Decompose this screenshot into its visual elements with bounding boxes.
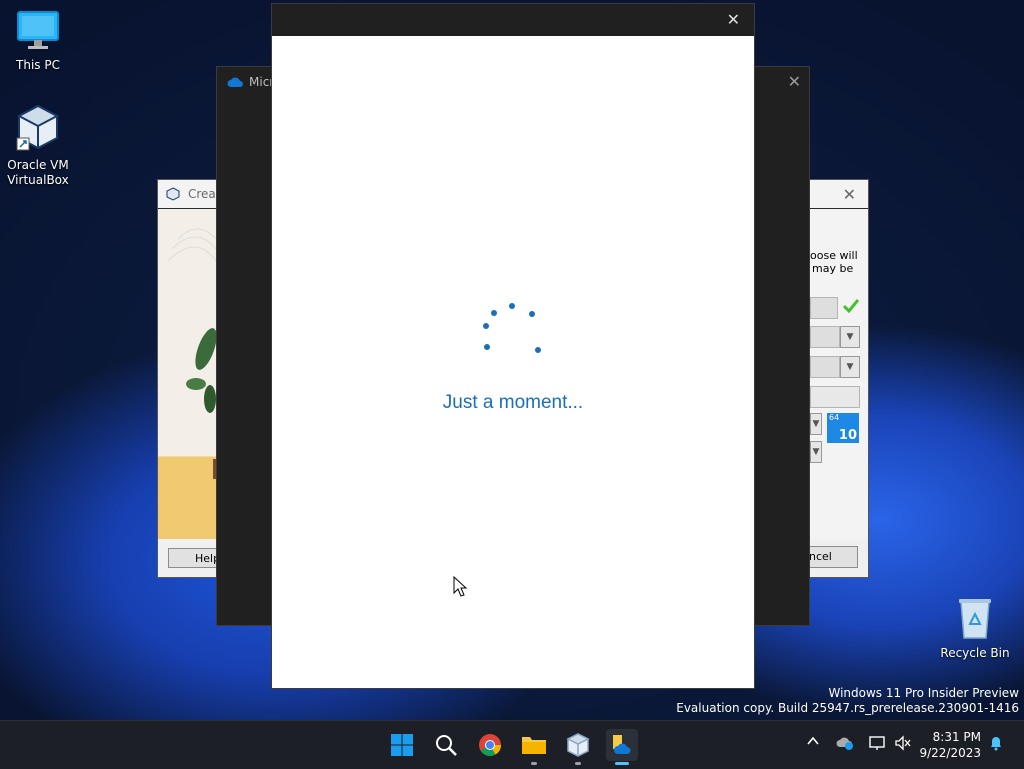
wizard-form-panel: oose will may be ▼ ▼ ▼ 64 10 ▼ [810,209,868,539]
running-indicator [575,762,581,765]
close-icon[interactable]: ✕ [727,10,740,29]
virtualbox-taskbar-button[interactable] [562,729,594,765]
sign-in-window[interactable]: ✕ Just a moment... [271,3,755,689]
running-indicator [615,762,629,765]
window-titlebar[interactable]: ✕ [272,4,754,36]
notification-bell-icon[interactable] [988,735,1004,755]
volume-muted-icon[interactable] [894,735,912,755]
close-icon[interactable]: ✕ [843,185,856,204]
onedrive-setup-taskbar-button[interactable] [606,729,638,765]
os-badge-bits: 64 [829,413,840,422]
taskbar: 8:31 PM 9/22/2023 [0,720,1024,769]
plant-illustration [167,228,217,479]
windows-watermark-line1: Windows 11 Pro Insider Preview [828,686,1019,700]
mouse-cursor-icon [453,576,467,597]
desktop-icon-label: Oracle VM VirtualBox [7,158,69,187]
hint-line: oose will [810,249,858,262]
form-hint-text: oose will may be [810,249,858,275]
version-field[interactable] [810,386,860,408]
monitor-icon [17,11,59,49]
onedrive-tray-icon[interactable] [836,735,854,755]
cancel-button-label: ncel [809,550,832,563]
windows-logo-icon [391,734,413,756]
search-button[interactable] [430,729,462,761]
os-type-badge: 64 10 [827,413,859,443]
chevron-down-icon[interactable]: ▼ [810,441,822,463]
type-field[interactable] [810,356,840,378]
cancel-button[interactable]: ncel [808,546,858,568]
iso-path-field[interactable] [810,297,838,319]
chrome-taskbar-button[interactable] [474,729,506,761]
chevron-down-icon[interactable]: ▼ [840,356,860,378]
taskbar-clock[interactable]: 8:31 PM 9/22/2023 [919,729,981,761]
windows-watermark-line2: Evaluation copy. Build 25947.rs_prerelea… [676,701,1019,715]
hint-line: may be [812,262,854,275]
virtualbox-icon [166,187,180,201]
chevron-up-icon[interactable] [806,734,820,752]
virtualbox-icon [16,104,60,151]
recycle-bin-icon [959,599,991,639]
chevron-down-icon[interactable]: ▼ [840,326,860,348]
loading-spinner [483,303,541,353]
desktop-icon-label: Recycle Bin [940,646,1010,660]
desktop-icon-this-pc[interactable]: This PC [0,8,76,73]
start-button[interactable] [386,729,418,761]
edition-field[interactable] [810,326,840,348]
folder-icon [522,737,546,754]
desktop-icon-recycle-bin[interactable]: Recycle Bin [937,596,1013,661]
desktop-icon-virtualbox[interactable]: Oracle VM VirtualBox [0,104,76,188]
file-explorer-taskbar-button[interactable] [518,729,550,765]
wizard-illustration [158,209,217,539]
network-icon[interactable] [868,735,886,755]
os-badge-version: 10 [838,428,857,443]
search-icon [436,735,457,756]
clock-time: 8:31 PM [932,730,981,744]
desktop-icon-label: This PC [16,58,60,72]
close-icon[interactable]: ✕ [788,72,801,91]
onedrive-cloud-icon [227,77,243,87]
virtualbox-icon [566,733,590,757]
onedrive-setup-icon [613,735,631,754]
chevron-down-icon[interactable]: ▼ [810,413,822,435]
clock-date: 9/22/2023 [919,746,981,760]
chrome-icon [479,734,501,756]
running-indicator [531,762,537,765]
checkmark-icon [843,299,859,313]
loading-message: Just a moment... [442,392,584,413]
